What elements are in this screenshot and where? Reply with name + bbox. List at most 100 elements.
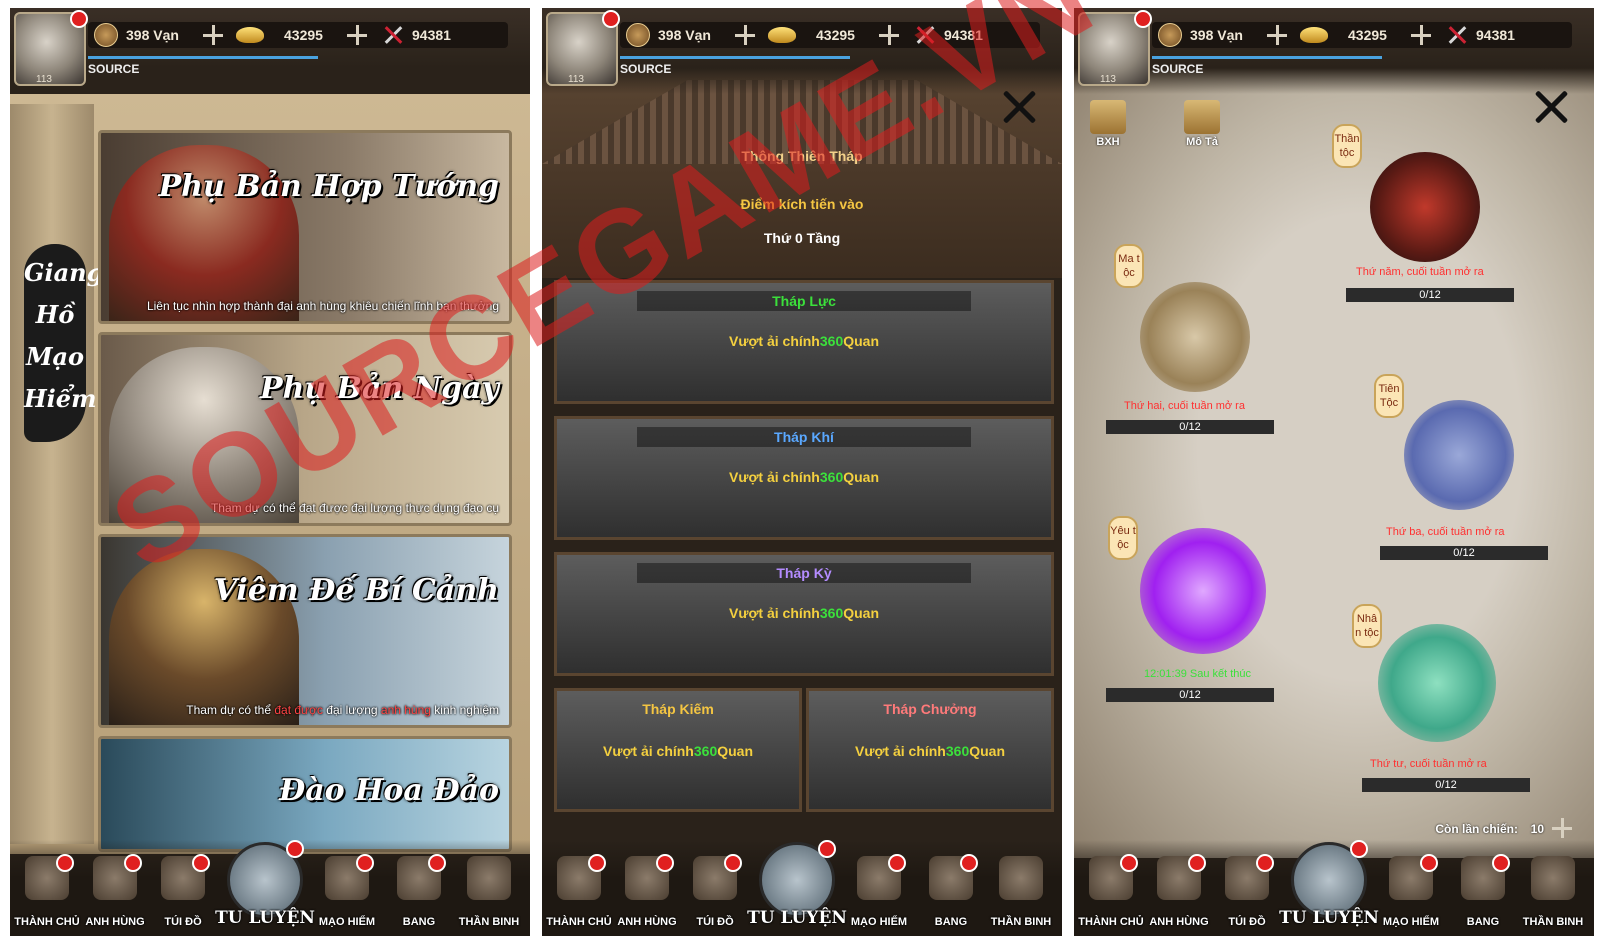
nav-bang[interactable]: BANG: [918, 852, 984, 930]
add-gold-icon[interactable]: [1410, 25, 1431, 45]
card-description: Liên tục nhìn hợp thành đại anh hùng khi…: [146, 299, 499, 313]
card-title: Đào Hoa Đảo: [278, 773, 499, 808]
add-fights-icon[interactable]: [1552, 818, 1572, 838]
clan-fighter-than-toc[interactable]: [1370, 152, 1480, 262]
nav-than-binh[interactable]: THẦN BINH: [456, 852, 522, 930]
clan-fighter-tien-toc[interactable]: [1404, 400, 1514, 510]
divine-weapon-icon: [467, 856, 511, 900]
source-label: SOURCE: [620, 62, 672, 76]
nav-mao-hiem[interactable]: MẠO HIỂM: [314, 852, 380, 930]
notification-dot: [724, 854, 742, 872]
nav-thanh-chu[interactable]: THÀNH CHỦ: [14, 852, 80, 930]
nav-thanh-chu[interactable]: THÀNH CHỦ: [546, 852, 612, 930]
notification-dot: [1188, 854, 1206, 872]
entry-label[interactable]: Điểm kích tiến vào: [542, 196, 1062, 212]
xp-bar: [1152, 56, 1382, 59]
add-copper-icon[interactable]: [1266, 25, 1287, 45]
gold-resource: 43295: [236, 22, 367, 48]
description-icon[interactable]: [1184, 100, 1220, 134]
clan-tag-ma-toc: Ma tộc: [1114, 244, 1144, 288]
power-value: 94381: [1476, 27, 1515, 43]
notification-dot: [286, 840, 304, 858]
notification-dot: [56, 854, 74, 872]
dungeon-card-daily[interactable]: Phụ Bản Ngày Tham dự có thể đạt được đại…: [98, 332, 512, 526]
gold-resource: 43295: [1300, 22, 1431, 48]
add-copper-icon[interactable]: [734, 25, 755, 45]
power-resource: 94381: [914, 22, 983, 48]
notification-dot: [1420, 854, 1438, 872]
card-title: Phụ Bản Hợp Tướng: [158, 169, 499, 204]
tower-floor-khi[interactable]: Tháp Khí Vượt ải chính360Quan: [554, 416, 1054, 540]
current-floor: Thứ 0 Tầng: [763, 230, 841, 246]
copper-value: 398 Vạn: [1190, 27, 1243, 43]
add-copper-icon[interactable]: [202, 25, 223, 45]
dungeon-card-dao-hoa[interactable]: Đào Hoa Đảo: [98, 736, 512, 852]
crossed-swords-icon: [1446, 24, 1468, 46]
nav-tui-do[interactable]: TÚI ĐỒ: [682, 852, 748, 930]
nav-anh-hung[interactable]: ANH HÙNG: [82, 852, 148, 930]
nav-tui-do[interactable]: TÚI ĐỒ: [1214, 852, 1280, 930]
divine-weapon-icon: [999, 856, 1043, 900]
nav-bang[interactable]: BANG: [1450, 852, 1516, 930]
add-gold-icon[interactable]: [346, 25, 367, 45]
tower-floor-kiem[interactable]: Tháp Kiếm Vượt ải chính360Quan: [554, 688, 802, 812]
notification-dot: [70, 10, 88, 28]
clan-fighter-nhan-toc[interactable]: [1378, 624, 1496, 742]
power-resource: 94381: [382, 22, 451, 48]
card-description: Tham dự có thể đạt được đại lượng thực d…: [210, 501, 499, 515]
bottom-nav: THÀNH CHỦ ANH HÙNG TÚI ĐỒ TU LUYỆN MẠO H…: [10, 840, 530, 936]
copper-resource: 398 Vạn: [626, 22, 755, 48]
nav-tu-luyen[interactable]: TU LUYỆN: [747, 838, 847, 930]
tower-floor-chuong[interactable]: Tháp Chưởng Vượt ải chính360Quan: [806, 688, 1054, 812]
nav-anh-hung[interactable]: ANH HÙNG: [1146, 852, 1212, 930]
ranking-icon[interactable]: [1090, 100, 1126, 134]
nav-than-binh[interactable]: THẦN BINH: [1520, 852, 1586, 930]
tower-floor-ky[interactable]: Tháp Kỳ Vượt ải chính360Quan: [554, 552, 1054, 676]
power-resource: 94381: [1446, 22, 1515, 48]
remaining-fights-label: Còn lần chiến:: [1435, 822, 1518, 836]
dungeon-card-viem-de[interactable]: Viêm Đế Bí Cảnh Tham dự có thể đạt được …: [98, 534, 512, 728]
nav-mao-hiem[interactable]: MẠO HIỂM: [846, 852, 912, 930]
gold-value: 43295: [816, 27, 855, 43]
clan-schedule: Thứ tư, cuối tuần mở ra: [1370, 758, 1487, 770]
floor-challenge: Vượt ải chính360Quan: [728, 333, 880, 349]
notification-dot: [356, 854, 374, 872]
top-hud: 113 SOURCE 398 Vạn 43295 94381: [10, 8, 530, 94]
notification-dot: [1256, 854, 1274, 872]
dungeon-card-hop-tuong[interactable]: Phụ Bản Hợp Tướng Liên tục nhìn hợp thàn…: [98, 130, 512, 324]
xp-bar: [88, 56, 318, 59]
clan-capacity: 0/12: [1346, 288, 1514, 302]
nav-bang[interactable]: BANG: [386, 852, 452, 930]
bottom-nav: THÀNH CHỦ ANH HÙNG TÚI ĐỒ TU LUYỆN MẠO H…: [1074, 840, 1594, 936]
arena-background: [1074, 68, 1594, 858]
player-level: 113: [1100, 74, 1116, 85]
crossed-swords-icon: [382, 24, 404, 46]
notification-dot: [602, 10, 620, 28]
clan-capacity: 0/12: [1106, 688, 1274, 702]
nav-tu-luyen[interactable]: TU LUYỆN: [215, 838, 315, 930]
nav-than-binh[interactable]: THẦN BINH: [988, 852, 1054, 930]
clan-tag-nhan-toc: Nhân tộc: [1352, 604, 1382, 648]
copper-resource: 398 Vạn: [1158, 22, 1287, 48]
card-description: Tham dự có thể đạt được đại lượng anh hù…: [186, 703, 499, 717]
nav-thanh-chu[interactable]: THÀNH CHỦ: [1078, 852, 1144, 930]
clan-fighter-ma-toc[interactable]: [1140, 282, 1250, 392]
player-level: 113: [36, 74, 52, 85]
close-icon[interactable]: [1002, 90, 1036, 124]
floor-challenge: Vượt ải chính360Quan: [728, 605, 880, 621]
player-level: 113: [568, 74, 584, 85]
notification-dot: [818, 840, 836, 858]
close-icon[interactable]: [1534, 90, 1568, 124]
add-gold-icon[interactable]: [878, 25, 899, 45]
nav-tui-do[interactable]: TÚI ĐỒ: [150, 852, 216, 930]
notification-dot: [1120, 854, 1138, 872]
nav-tu-luyen[interactable]: TU LUYỆN: [1279, 838, 1379, 930]
nav-anh-hung[interactable]: ANH HÙNG: [614, 852, 680, 930]
tower-floor-luc[interactable]: Tháp Lực Vượt ải chính360Quan: [554, 280, 1054, 404]
nav-mao-hiem[interactable]: MẠO HIỂM: [1378, 852, 1444, 930]
floor-name: Tháp Kỳ: [776, 565, 832, 581]
clan-capacity: 0/12: [1106, 420, 1274, 434]
clan-fighter-yeu-toc[interactable]: [1140, 528, 1266, 654]
clan-schedule: Thứ năm, cuối tuần mở ra: [1356, 266, 1484, 278]
gold-resource: 43295: [768, 22, 899, 48]
